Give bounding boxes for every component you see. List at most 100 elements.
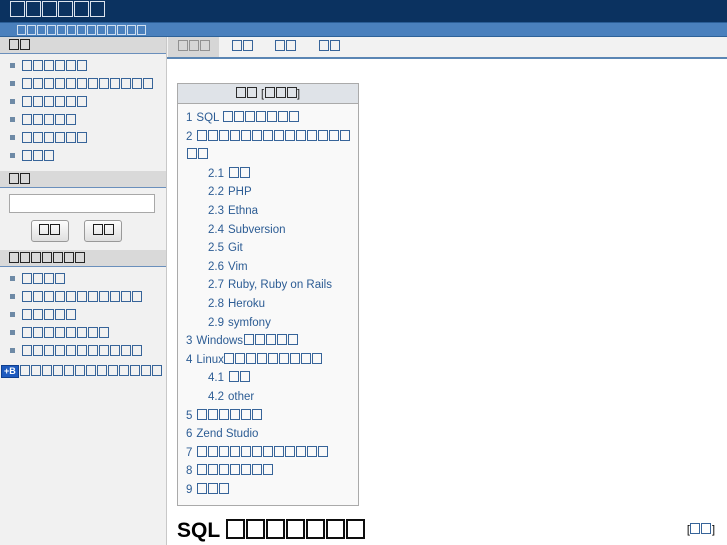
toc-entry-2-4[interactable]: 2.4 Subversion [178, 221, 358, 240]
sidebar-item-label[interactable] [21, 150, 54, 163]
toc-entry-number: 4 [186, 353, 193, 366]
hatena-bookmark-icon[interactable]: +B [1, 365, 19, 378]
toc-entry-label[interactable]: Heroku [228, 298, 265, 310]
hatena-bookmark-row[interactable]: +B [0, 361, 166, 379]
sidebar-item-label[interactable] [21, 273, 65, 286]
sidebar-item-label[interactable] [21, 60, 87, 73]
toc-entry-2-8[interactable]: 2.8 Heroku [178, 295, 358, 314]
tab-article[interactable] [168, 37, 219, 57]
toc-entry-number: 5 [186, 409, 193, 422]
sidebar-item-label[interactable] [21, 345, 142, 358]
toc-entry-label[interactable]: Ethna [228, 205, 258, 217]
toc-entry-number: 1 [186, 112, 193, 124]
toc-entry-label[interactable] [186, 129, 350, 162]
search-submit-button[interactable] [84, 220, 123, 242]
toc-entry-number: 3 [186, 335, 193, 348]
tools-list [0, 271, 166, 361]
edit-bracket-close: ] [711, 524, 715, 537]
toc-entry-8[interactable]: 8 [178, 462, 358, 481]
section-edit-link[interactable]: [] [687, 517, 715, 543]
toc-toggle-link[interactable]: [] [261, 87, 300, 100]
toc-entry-9[interactable]: 9 [178, 481, 358, 500]
toc-entry-2-1[interactable]: 2.1 [178, 165, 358, 184]
toc-entry-label[interactable] [228, 371, 250, 384]
toc-entry-label[interactable]: SQL [196, 111, 299, 124]
toc-entry-label[interactable] [196, 445, 328, 459]
toc-entry-2[interactable]: 2 [178, 128, 358, 165]
toc-entry-7[interactable]: 7 [178, 444, 358, 463]
toc-entry-2-6[interactable]: 2.6 Vim [178, 258, 358, 277]
toc-entry-2-9[interactable]: 2.9 symfony [178, 314, 358, 333]
sidebar-item-label[interactable] [21, 96, 87, 109]
toc-entry-number: 2 [186, 130, 193, 143]
sidebar-item-nav-1[interactable] [0, 76, 166, 94]
sidebar-item-nav-4[interactable] [0, 130, 166, 148]
toc-entry-3[interactable]: 3 Windows [178, 332, 358, 351]
sidebar-item-tool-1[interactable] [0, 289, 166, 307]
search-form [0, 188, 166, 250]
search-go-button[interactable] [30, 220, 69, 242]
bullet-icon [10, 153, 15, 158]
sidebar-item-tool-2[interactable] [0, 307, 166, 325]
toc-entry-number: 2.7 [208, 279, 224, 292]
toc-title-label [236, 87, 258, 100]
search-button-row [9, 220, 158, 242]
toc-entry-label[interactable]: Ruby, Ruby on Rails [228, 279, 332, 291]
tab-discussion[interactable] [222, 37, 262, 57]
sidebar-item-tool-3[interactable] [0, 325, 166, 343]
sidebar-item-nav-3[interactable] [0, 112, 166, 130]
toc-entry-6[interactable]: 6 Zend Studio [178, 425, 358, 444]
hatena-bookmark-label[interactable] [20, 365, 163, 378]
toc-entry-5[interactable]: 5 [178, 407, 358, 426]
sidebar-item-label[interactable] [21, 291, 142, 304]
sidebar-item-label[interactable] [21, 114, 76, 127]
toc-entry-number: 2.9 [208, 316, 224, 329]
bullet-icon [10, 330, 15, 335]
edit-label[interactable] [690, 523, 712, 536]
toc-entry-label[interactable]: Git [228, 242, 243, 254]
toc-entry-label[interactable]: symfony [228, 317, 271, 329]
tab-history[interactable] [309, 37, 349, 57]
sidebar-item-nav-2[interactable] [0, 94, 166, 112]
toc-entry-label[interactable]: other [228, 391, 254, 403]
toc-entry-label[interactable]: Subversion [228, 224, 286, 236]
toc-entry-4-2[interactable]: 4.2 other [178, 388, 358, 407]
toc-list: 1 SQL 2 2.1 2.2 PHP 2.3 Ethna 2.4 Subversion 2.5 G… [178, 104, 358, 505]
toc-entry-1[interactable]: 1 SQL [178, 109, 358, 128]
toc-entry-4[interactable]: 4 Linux [178, 351, 358, 370]
bullet-icon [10, 99, 15, 104]
sidebar: +B [0, 37, 167, 545]
toc-entry-label[interactable]: Linux [196, 352, 323, 366]
sidebar-item-tool-4[interactable] [0, 343, 166, 361]
toc-entry-label[interactable] [196, 464, 273, 477]
portlet-search-heading [0, 171, 166, 188]
toc-entry-number: 6 [186, 428, 193, 441]
toc-entry-number: 8 [186, 465, 193, 478]
toc-entry-number: 2.2 [208, 186, 224, 199]
toc-entry-2-5[interactable]: 2.5 Git [178, 239, 358, 258]
toc-entry-label[interactable] [228, 166, 250, 180]
toc-entry-2-2[interactable]: 2.2 PHP [178, 183, 358, 202]
sidebar-item-label[interactable] [21, 327, 109, 340]
bullet-icon [10, 312, 15, 317]
toc-entry-label[interactable]: Zend Studio [196, 428, 258, 440]
portlet-tools-body: +B [0, 267, 166, 384]
tab-edit[interactable] [266, 37, 306, 57]
site-subheader [0, 22, 727, 37]
toc-entry-2-7[interactable]: 2.7 Ruby, Ruby on Rails [178, 276, 358, 295]
toc-entry-label[interactable] [196, 408, 262, 422]
toc-entry-label[interactable]: Windows [196, 334, 298, 347]
toc-entry-label[interactable] [196, 482, 229, 496]
sidebar-item-label[interactable] [21, 78, 153, 91]
toc-entry-label[interactable]: Vim [228, 261, 248, 273]
toc-entry-4-1[interactable]: 4.1 [178, 369, 358, 388]
sidebar-item-tool-0[interactable] [0, 271, 166, 289]
sidebar-item-label[interactable] [21, 309, 76, 322]
search-input[interactable] [9, 194, 155, 213]
toc-entry-label[interactable]: PHP [228, 186, 252, 198]
sidebar-item-nav-5[interactable] [0, 148, 166, 166]
toc-entry-2-3[interactable]: 2.3 Ethna [178, 202, 358, 221]
sidebar-item-nav-0[interactable] [0, 58, 166, 76]
sidebar-item-label[interactable] [21, 132, 87, 145]
content-column: [] 1 SQL 2 2.1 2.2 PHP 2.3 Ethna 2.4 Subversion 2… [167, 37, 727, 545]
